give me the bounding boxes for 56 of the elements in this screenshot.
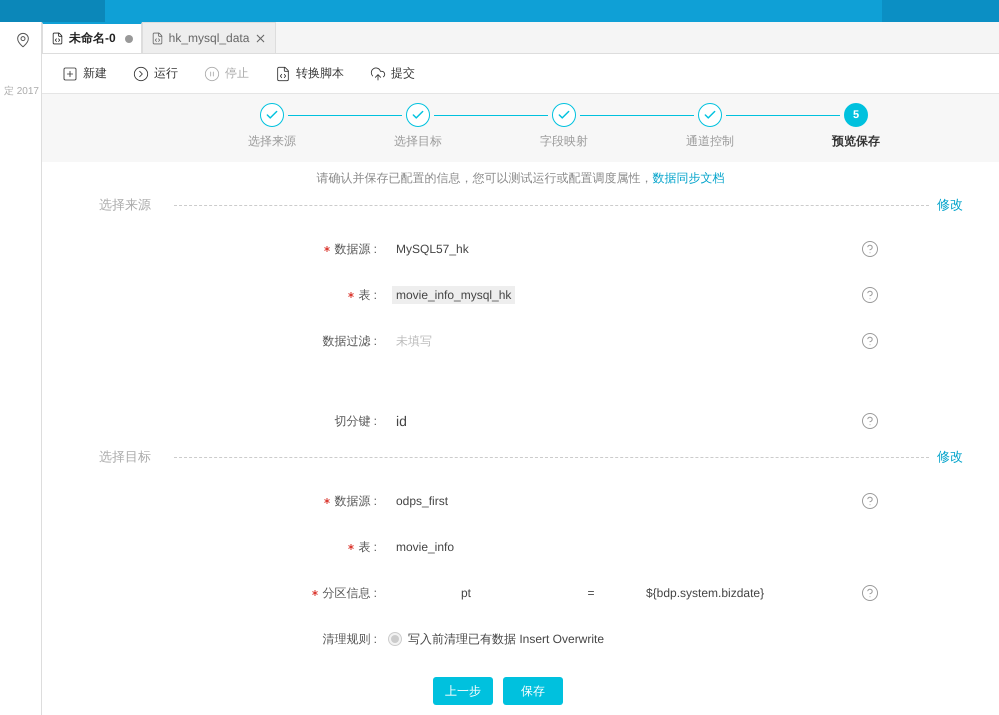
- step-label: 通道控制: [685, 133, 735, 150]
- docs-link[interactable]: 数据同步文档: [652, 171, 724, 185]
- radio-label: 写入前清理已有数据 Insert Overwrite: [408, 630, 604, 648]
- partition-value: ${bdp.system.bizdate}: [646, 586, 764, 600]
- notice-text: 请确认并保存已配置的信息，您可以测试运行或配置调度属性，: [316, 171, 652, 185]
- section-title: 选择来源: [99, 196, 152, 214]
- field-label: 数据源 :: [334, 240, 377, 258]
- toolbar-button[interactable]: 运行: [133, 65, 178, 82]
- code-file-icon: [275, 66, 291, 82]
- pause-circle-icon: [204, 66, 220, 82]
- toolbar-button[interactable]: 新建: [62, 65, 107, 82]
- field-label: 分区信息 :: [322, 584, 377, 602]
- partition-name: pt: [460, 586, 472, 600]
- step-label: 选择目标: [393, 133, 443, 150]
- unsaved-dot: [124, 34, 133, 42]
- step-label: 选择来源: [247, 133, 297, 150]
- field-value: id: [396, 413, 407, 429]
- help-icon[interactable]: [861, 286, 879, 304]
- field-label: 清理规则 :: [322, 630, 377, 648]
- equals-sign: =: [586, 586, 596, 600]
- file-icon: [150, 32, 164, 44]
- help-icon[interactable]: [861, 412, 879, 430]
- field-label: 数据过滤 :: [322, 332, 377, 350]
- field-label: 表 :: [358, 538, 377, 556]
- field-value: MySQL57_hk: [396, 242, 469, 256]
- chevron-circle-icon: [133, 66, 149, 82]
- editor-tab[interactable]: hk_mysql_data: [142, 22, 276, 53]
- location-pin-icon[interactable]: [15, 32, 31, 48]
- sidebar-date: 定 2017: [4, 84, 40, 98]
- placeholder-text: 未填写: [396, 332, 432, 350]
- field-value: movie_info_mysql_hk: [392, 286, 516, 304]
- tab-label: hk_mysql_data: [168, 31, 250, 45]
- toolbar-button[interactable]: 提交: [370, 65, 415, 82]
- editor-tab[interactable]: 未命名-0: [42, 22, 142, 53]
- cloud-upload-icon: [370, 66, 386, 82]
- step-label: 字段映射: [539, 133, 589, 150]
- field-label: 表 :: [358, 286, 377, 304]
- help-icon[interactable]: [861, 584, 879, 602]
- edit-link[interactable]: 修改: [937, 448, 963, 466]
- help-icon[interactable]: [861, 492, 879, 510]
- tab-label: 未命名-0: [69, 30, 116, 47]
- close-icon[interactable]: [254, 32, 268, 44]
- section-title: 选择目标: [99, 448, 152, 466]
- step-circle: 5: [844, 103, 868, 127]
- toolbar-button[interactable]: 转换脚本: [275, 65, 344, 82]
- plus-square-icon: [62, 66, 78, 82]
- edit-link[interactable]: 修改: [937, 196, 963, 214]
- help-icon[interactable]: [861, 332, 879, 350]
- field-value: odps_first: [396, 494, 448, 508]
- radio-button[interactable]: [388, 632, 402, 646]
- field-value: movie_info: [396, 540, 454, 554]
- step-label: 预览保存: [830, 133, 881, 150]
- help-icon[interactable]: [861, 240, 879, 258]
- file-icon: [51, 32, 64, 45]
- field-label: 切分键 :: [334, 412, 377, 430]
- field-label: 数据源 :: [334, 492, 377, 510]
